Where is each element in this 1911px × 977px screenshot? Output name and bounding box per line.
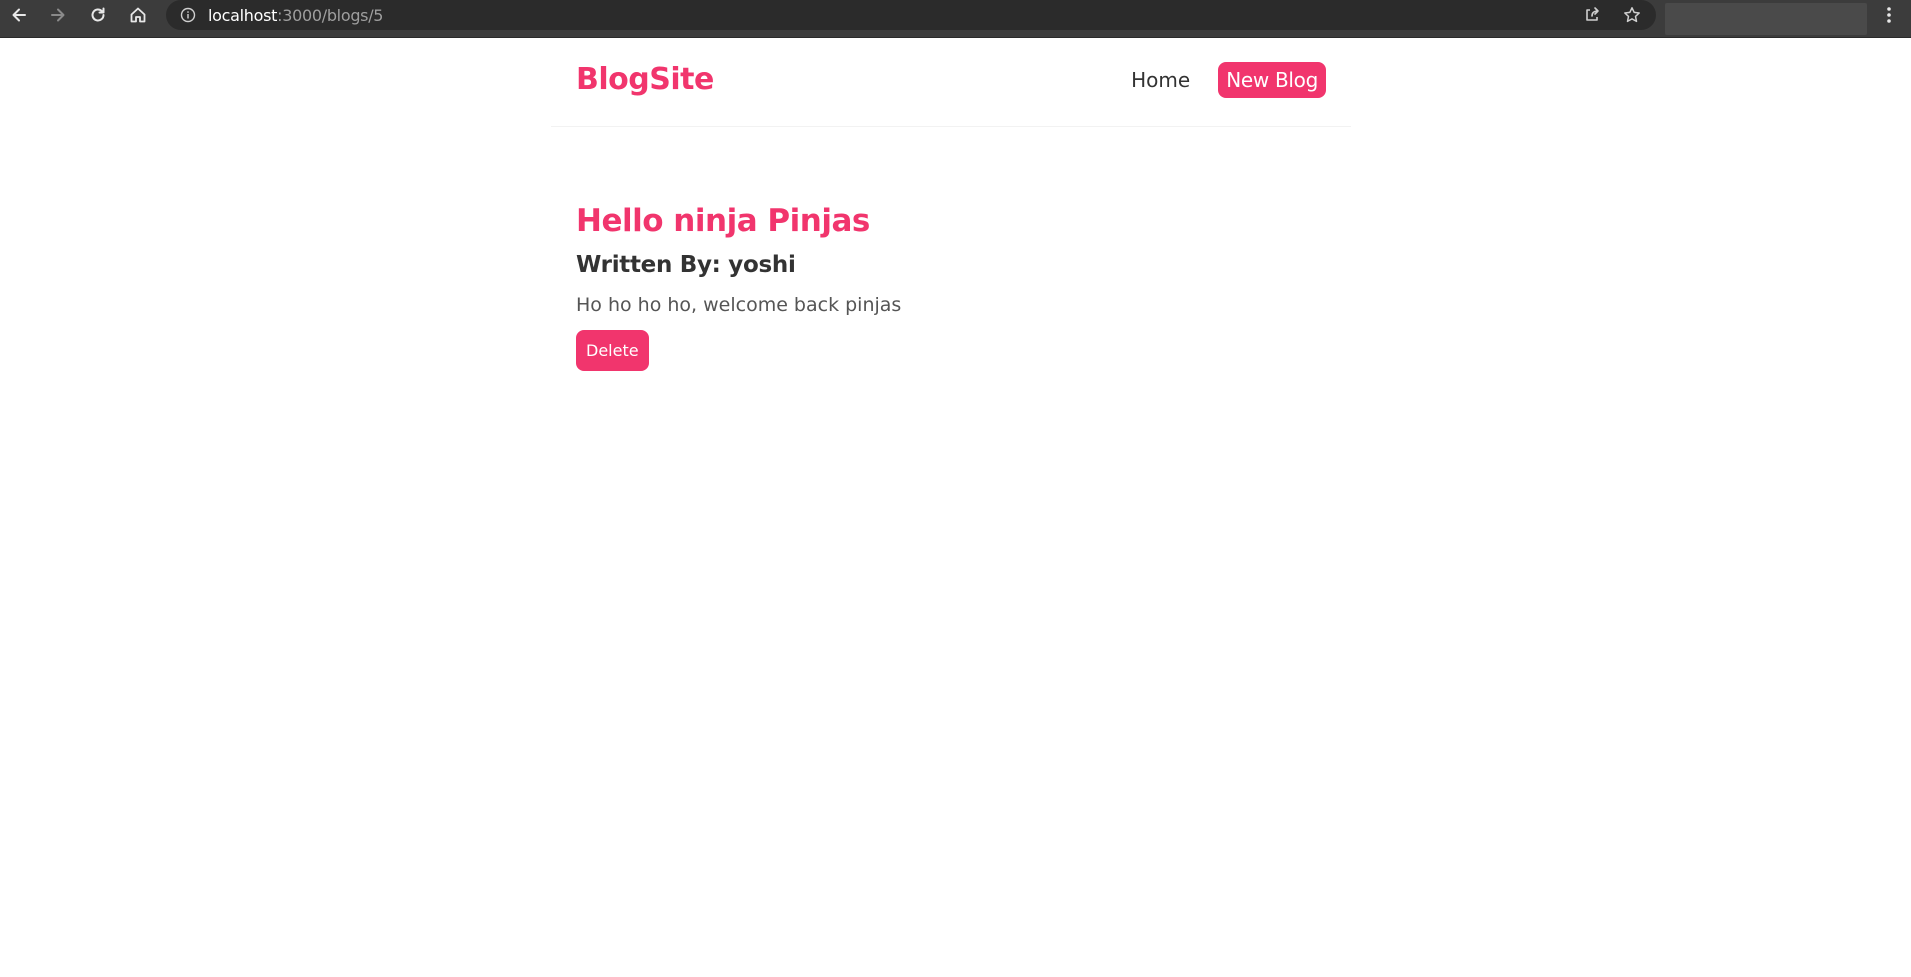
forward-arrow-icon <box>51 8 65 22</box>
url-text[interactable]: localhost:3000/blogs/5 <box>208 6 383 25</box>
bookmark-button[interactable] <box>1622 5 1642 25</box>
nav-link-home[interactable]: Home <box>1131 68 1190 92</box>
reload-icon <box>91 7 105 22</box>
home-button[interactable] <box>120 0 156 30</box>
site-navbar: BlogSite Home New Blog <box>551 38 1351 127</box>
browser-menu-button[interactable] <box>1874 3 1904 27</box>
new-blog-button[interactable]: New Blog <box>1218 62 1326 98</box>
kebab-menu-icon <box>1887 7 1891 23</box>
blog-title: Hello ninja Pinjas <box>576 203 870 239</box>
url-host: localhost <box>208 5 278 25</box>
forward-button[interactable] <box>40 0 76 30</box>
profile-area[interactable] <box>1665 3 1867 35</box>
share-button[interactable] <box>1582 5 1602 25</box>
info-icon[interactable] <box>180 7 196 23</box>
nav-links: Home New Blog <box>1131 62 1326 98</box>
blog-body: Ho ho ho ho, welcome back pinjas <box>576 294 902 316</box>
back-arrow-icon <box>12 8 26 22</box>
site-brand[interactable]: BlogSite <box>576 62 714 97</box>
delete-button[interactable]: Delete <box>576 330 649 371</box>
reload-button[interactable] <box>80 0 116 30</box>
address-bar[interactable]: localhost:3000/blogs/5 <box>166 0 1656 30</box>
share-icon <box>1586 7 1599 21</box>
blog-author: Written By: yoshi <box>576 252 796 278</box>
star-icon <box>1624 7 1640 23</box>
blog-details: Hello ninja Pinjas Written By: yoshi Ho … <box>576 200 1326 371</box>
browser-toolbar: localhost:3000/blogs/5 <box>0 0 1911 38</box>
url-path: :3000/blogs/5 <box>277 5 384 25</box>
home-icon <box>130 7 146 23</box>
back-button[interactable] <box>1 0 37 30</box>
